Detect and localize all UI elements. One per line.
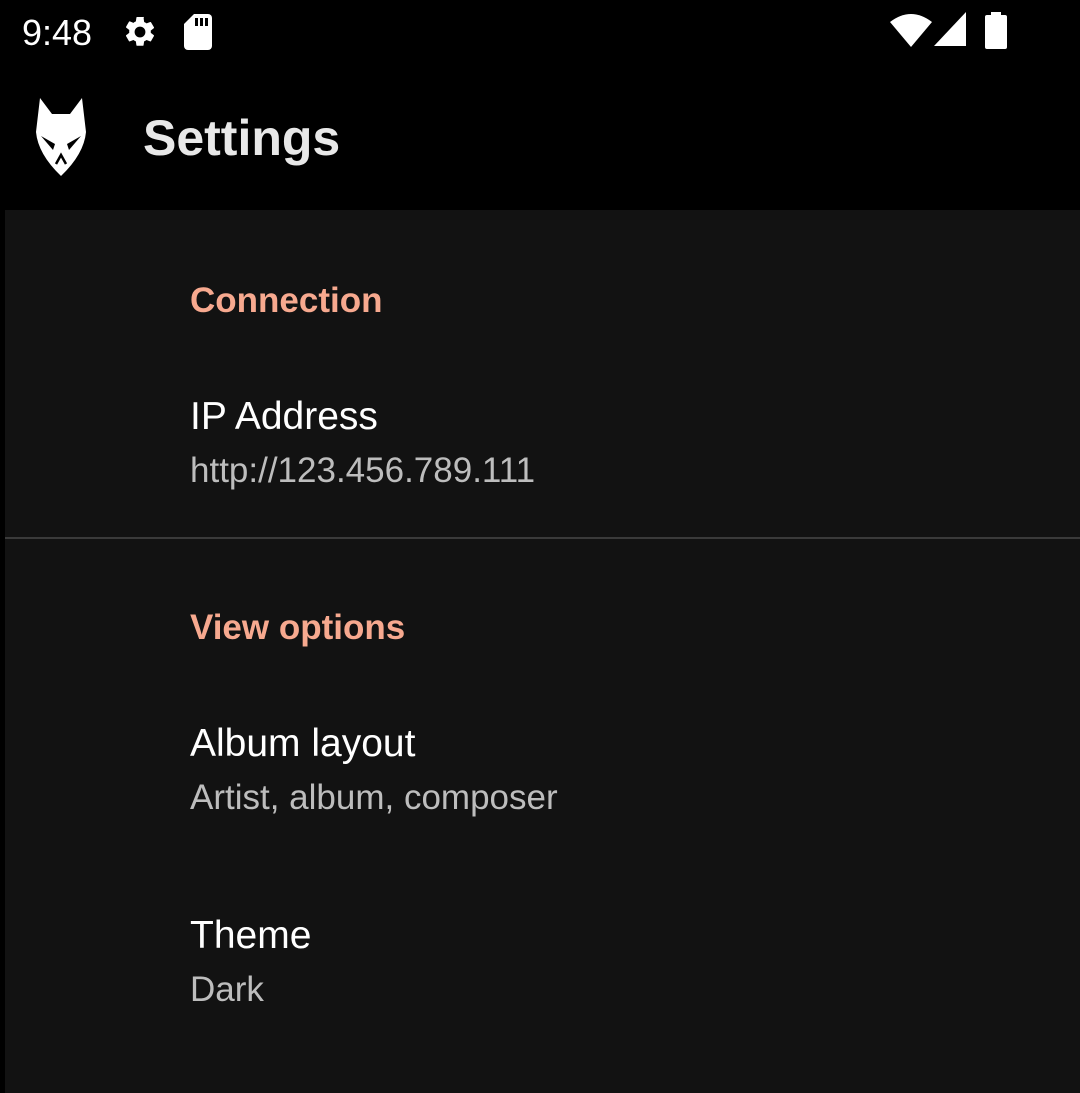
settings-gear-icon <box>125 16 155 46</box>
pref-title: IP Address <box>190 395 378 438</box>
cell-signal-icon <box>934 12 966 46</box>
settings-list[interactable]: Connection IP Address http://123.456.789… <box>5 210 1080 1093</box>
wifi-icon <box>890 14 932 47</box>
pref-summary: Dark <box>190 970 264 1009</box>
pref-title: Theme <box>190 914 312 957</box>
pref-album-layout[interactable]: Album layout Artist, album, composer <box>5 692 1080 862</box>
page-title: Settings <box>143 110 341 166</box>
pref-theme[interactable]: Theme Dark <box>5 884 1080 1054</box>
sd-card-icon <box>184 14 212 50</box>
status-time: 9:48 <box>22 12 93 53</box>
foobar-fox-logo-icon <box>36 98 86 176</box>
pref-ip-address[interactable]: IP Address http://123.456.789.111 <box>5 365 1080 515</box>
category-view-options: View options <box>190 608 406 647</box>
category-connection: Connection <box>190 281 383 320</box>
status-bar: 9:48 <box>0 0 1080 70</box>
pref-summary: Artist, album, composer <box>190 778 558 817</box>
app-bar: Settings <box>0 70 1080 210</box>
pref-title: Album layout <box>190 722 416 765</box>
battery-icon <box>985 12 1007 49</box>
pref-summary: http://123.456.789.111 <box>190 451 536 490</box>
section-divider <box>5 537 1080 539</box>
